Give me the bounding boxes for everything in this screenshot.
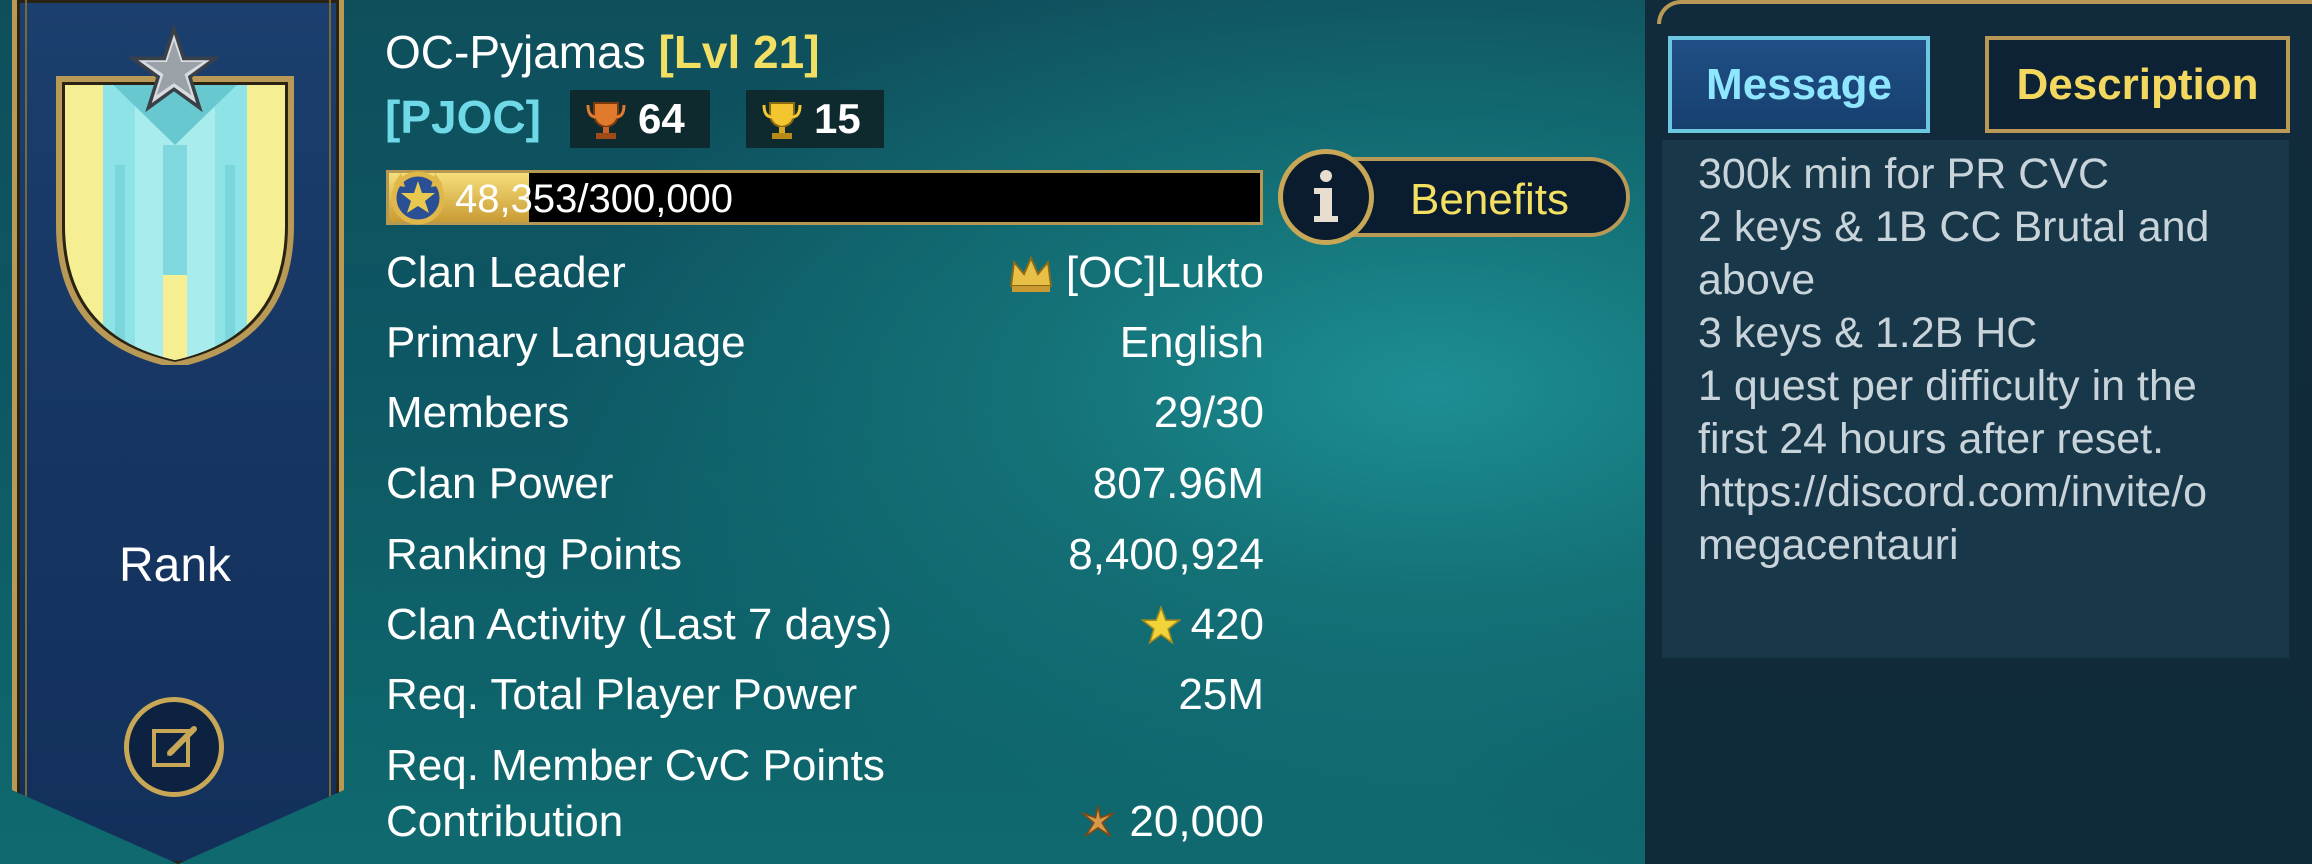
info-value: 420 [1190,600,1264,649]
panel-frame [1657,0,2312,24]
info-row-primary-language: Primary Language English [386,318,1264,374]
info-row-clan-activity: Clan Activity (Last 7 days) 420 [386,600,1264,656]
info-label: Req. Member CvC Points [386,741,885,790]
gold-trophy-count: 15 [814,95,861,142]
clan-activity-value: 420 [1140,600,1264,650]
info-label: Primary Language [386,318,746,367]
tab-description[interactable]: Description [1985,36,2290,133]
info-value: 807.96M [1092,459,1264,508]
info-label: Ranking Points [386,530,682,579]
clan-title: OC-Pyjamas [Lvl 21] [385,25,820,79]
info-value: 8,400,924 [1068,530,1264,579]
benefits-label: Benefits [1410,175,1569,224]
info-row-clan-power: Clan Power 807.96M [386,459,1264,515]
message-line: 1 quest per difficulty in the [1698,362,2197,410]
info-label: Members [386,388,570,437]
message-link-continued[interactable]: megacentauri [1698,521,1959,570]
clan-tag: [PJOC] [385,91,541,143]
bronze-trophy-count: 64 [638,95,685,142]
info-row-clan-leader: Clan Leader [OC]Lukto [386,248,1264,304]
edit-button[interactable] [124,697,224,797]
rank-label: Rank [118,539,232,592]
star-badge-icon [130,25,218,113]
info-label: Clan Leader [386,248,626,297]
clan-level: [Lvl 21] [658,26,820,78]
info-value: [OC]Lukto [1065,248,1264,297]
message-line: 3 keys & 1.2B HC [1698,309,2038,357]
info-value: 29/30 [1153,388,1264,437]
message-line: 300k min for PR CVC [1698,150,2110,198]
gold-trophy-badge: 15 [746,90,884,148]
info-value: 25M [1178,670,1264,719]
tab-message[interactable]: Message [1668,36,1930,133]
message-panel: Message Description 300k min for PR CVC … [1645,0,2312,864]
info-icon [1278,149,1374,245]
clan-level-medal-icon [391,171,445,225]
info-value: 20,000 [1129,797,1264,846]
message-line: 2 keys & 1B CC Brutal and [1698,203,2210,251]
clan-message-box: 300k min for PR CVC 2 keys & 1B CC Bruta… [1662,140,2289,658]
clan-shield-icon [56,76,294,365]
info-label-continued: Contribution [386,797,624,846]
star-icon [1140,605,1181,645]
message-link[interactable]: https://discord.com/invite/o [1698,468,2207,517]
message-line: above [1698,256,1816,304]
bronze-trophy-icon [586,102,626,139]
info-label: Clan Power [386,459,614,508]
info-label: Req. Total Player Power [386,670,858,719]
clan-name: OC-Pyjamas [385,26,646,78]
clan-leader-value[interactable]: [OC]Lukto [1006,248,1264,298]
info-label: Clan Activity (Last 7 days) [386,600,893,649]
cvc-points-icon [1081,805,1115,837]
bronze-trophy-badge: 64 [570,90,710,148]
info-value: English [1119,318,1264,367]
info-row-req-player-power: Req. Total Player Power 25M [386,670,1264,726]
info-row-ranking-points: Ranking Points 8,400,924 [386,530,1264,586]
benefits-button[interactable]: Benefits [1278,149,1630,245]
info-row-members: Members 29/30 [386,388,1264,444]
cvc-points-value: 20,000 [1077,797,1264,847]
info-row-req-cvc-points: Req. Member CvC Points Contribution 20,0… [386,741,1264,851]
clan-xp-progress-bar: 48,353/300,000 [386,170,1263,225]
message-line: first 24 hours after reset. [1698,415,2165,463]
gold-trophy-icon [762,102,802,139]
edit-icon [152,726,197,767]
crown-icon [1009,255,1053,292]
progress-text: 48,353/300,000 [455,177,734,221]
